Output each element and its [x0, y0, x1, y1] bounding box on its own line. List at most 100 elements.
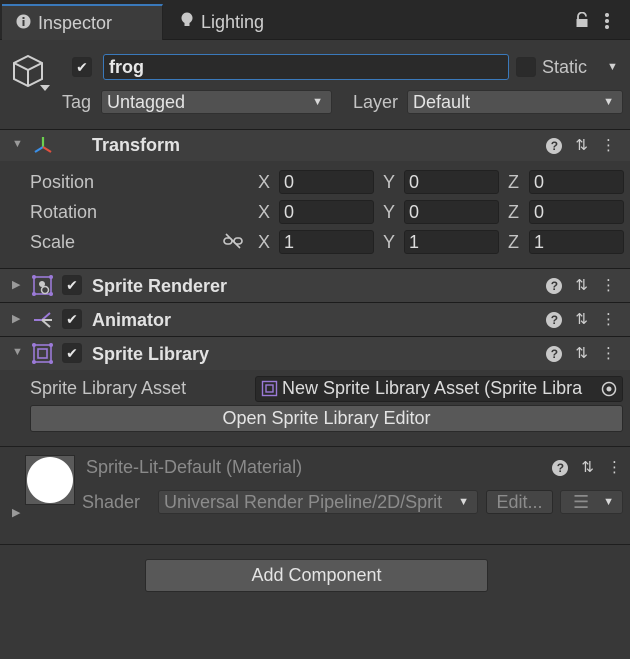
material-header-icons: ? ⇅ ⋮ — [552, 458, 622, 476]
tag-dropdown[interactable]: Untagged ▼ — [101, 90, 332, 114]
animator-header[interactable]: ▶ ✔ Animator ? ⇅ ⋮ — [0, 302, 630, 336]
shader-edit-button[interactable]: Edit... — [486, 490, 553, 514]
sprite-library-asset-icon — [261, 380, 278, 401]
axis-x-label: X — [258, 202, 271, 222]
sprite-library-header-icons: ? ⇅ ⋮ — [546, 344, 616, 362]
rotation-y-field[interactable]: 0 — [404, 200, 499, 224]
material-title: Sprite-Lit-Default (Material) — [86, 457, 303, 477]
transform-header-icons: ? ⇅ ⋮ — [546, 136, 616, 154]
tab-inspector-label: Inspector — [38, 12, 113, 33]
rotation-label: Rotation — [30, 202, 98, 222]
shader-value: Universal Render Pipeline/2D/Sprit — [164, 492, 443, 512]
presets-sliders-icon[interactable]: ⇅ — [575, 136, 588, 154]
static-checkbox[interactable] — [516, 57, 536, 77]
static-label: Static — [542, 57, 588, 77]
unlinked-scale-icon[interactable] — [223, 233, 243, 254]
animator-enabled-checkbox[interactable]: ✔ — [62, 309, 82, 329]
scale-x-field[interactable]: 1 — [279, 230, 374, 254]
presets-sliders-icon[interactable]: ⇅ — [581, 458, 594, 476]
scale-y-field[interactable]: 1 — [404, 230, 499, 254]
animator-title: Animator — [92, 310, 172, 330]
material-preview-thumbnail[interactable] — [25, 455, 75, 505]
add-component-button[interactable]: Add Component — [145, 559, 488, 592]
sprite-renderer-header[interactable]: ▶ ✔ Sprite Renderer ? ⇅ ⋮ — [0, 268, 630, 302]
presets-sliders-icon[interactable]: ⇅ — [575, 276, 588, 294]
transform-title: Transform — [92, 135, 181, 155]
axis-y-label: Y — [383, 172, 396, 192]
position-x-field[interactable]: 0 — [279, 170, 374, 194]
more-options-icon[interactable] — [604, 12, 610, 35]
context-menu-icon[interactable]: ⋮ — [601, 310, 616, 328]
axis-z-label: Z — [508, 232, 519, 252]
axis-y-label: Y — [383, 232, 396, 252]
foldout-collapsed-icon[interactable]: ▶ — [12, 312, 20, 325]
help-icon[interactable]: ? — [546, 138, 563, 154]
shader-label: Shader — [82, 492, 141, 512]
tab-lighting[interactable]: Lighting — [180, 4, 290, 40]
scale-label: Scale — [30, 232, 76, 252]
rotation-x-field[interactable]: 0 — [279, 200, 374, 224]
gameobject-cube-icon[interactable] — [10, 52, 54, 101]
open-sprite-library-editor-button[interactable]: Open Sprite Library Editor — [30, 405, 623, 432]
foldout-expanded-icon[interactable]: ▼ — [12, 138, 23, 150]
layer-label: Layer — [353, 92, 399, 112]
axis-x-label: X — [258, 232, 271, 252]
list-menu-icon: ☰ — [573, 492, 590, 512]
context-menu-icon[interactable]: ⋮ — [601, 344, 616, 362]
object-picker-icon[interactable] — [596, 377, 622, 401]
info-icon — [16, 13, 31, 34]
foldout-collapsed-icon[interactable]: ▶ — [12, 506, 20, 519]
chevron-down-icon: ▼ — [603, 96, 614, 108]
animator-icon — [32, 309, 54, 331]
presets-sliders-icon[interactable]: ⇅ — [575, 344, 588, 362]
chevron-down-icon: ▼ — [312, 96, 323, 108]
rotation-z-field[interactable]: 0 — [529, 200, 624, 224]
gameobject-name-field[interactable]: frog — [103, 54, 509, 80]
axis-z-label: Z — [508, 172, 519, 192]
axis-x-label: X — [258, 172, 271, 192]
shader-options-dropdown[interactable]: ☰ ▼ — [560, 490, 623, 514]
section-divider — [0, 446, 630, 447]
help-icon[interactable]: ? — [552, 460, 569, 476]
sprite-library-header[interactable]: ▼ ✔ Sprite Library ? ⇅ ⋮ — [0, 336, 630, 370]
sprite-library-asset-field[interactable]: New Sprite Library Asset (Sprite Libra — [255, 376, 623, 402]
position-label: Position — [30, 172, 95, 192]
help-icon[interactable]: ? — [546, 346, 563, 362]
shader-dropdown[interactable]: Universal Render Pipeline/2D/Sprit ▼ — [158, 490, 478, 514]
layer-dropdown[interactable]: Default ▼ — [407, 90, 623, 114]
position-y-field[interactable]: 0 — [404, 170, 499, 194]
sprite-renderer-icon — [32, 275, 54, 297]
foldout-collapsed-icon[interactable]: ▶ — [12, 278, 20, 291]
help-icon[interactable]: ? — [546, 278, 563, 294]
tab-inspector[interactable]: Inspector — [2, 4, 163, 40]
presets-sliders-icon[interactable]: ⇅ — [575, 310, 588, 328]
tab-bar: Inspector Lighting — [0, 0, 630, 40]
sprite-renderer-header-icons: ? ⇅ ⋮ — [546, 276, 616, 294]
section-divider — [0, 544, 630, 545]
sprite-library-asset-label: Sprite Library Asset — [30, 378, 187, 398]
sprite-library-title: Sprite Library — [92, 344, 210, 364]
tag-value: Untagged — [107, 92, 186, 112]
tab-lighting-label: Lighting — [201, 11, 265, 32]
sprite-library-enabled-checkbox[interactable]: ✔ — [62, 343, 82, 363]
sprite-renderer-enabled-checkbox[interactable]: ✔ — [62, 275, 82, 295]
transform-axes-icon — [32, 135, 54, 157]
chevron-down-icon: ▼ — [456, 491, 469, 513]
sprite-library-asset-value: New Sprite Library Asset (Sprite Libra — [282, 378, 583, 398]
help-icon[interactable]: ? — [546, 312, 563, 328]
tag-label: Tag — [62, 92, 92, 112]
position-z-field[interactable]: 0 — [529, 170, 624, 194]
context-menu-icon[interactable]: ⋮ — [607, 458, 622, 476]
scale-z-field[interactable]: 1 — [529, 230, 624, 254]
sprite-library-icon — [32, 343, 54, 365]
static-dropdown-caret-icon[interactable]: ▼ — [607, 61, 618, 73]
context-menu-icon[interactable]: ⋮ — [601, 276, 616, 294]
context-menu-icon[interactable]: ⋮ — [601, 136, 616, 154]
active-checkbox[interactable]: ✔ — [72, 57, 92, 77]
axis-y-label: Y — [383, 202, 396, 222]
foldout-expanded-icon[interactable]: ▼ — [12, 346, 23, 358]
sprite-renderer-title: Sprite Renderer — [92, 276, 228, 296]
chevron-down-icon: ▼ — [603, 496, 614, 508]
lock-icon[interactable] — [575, 11, 589, 33]
transform-header[interactable]: ▼ Transform ? ⇅ ⋮ — [0, 129, 630, 161]
